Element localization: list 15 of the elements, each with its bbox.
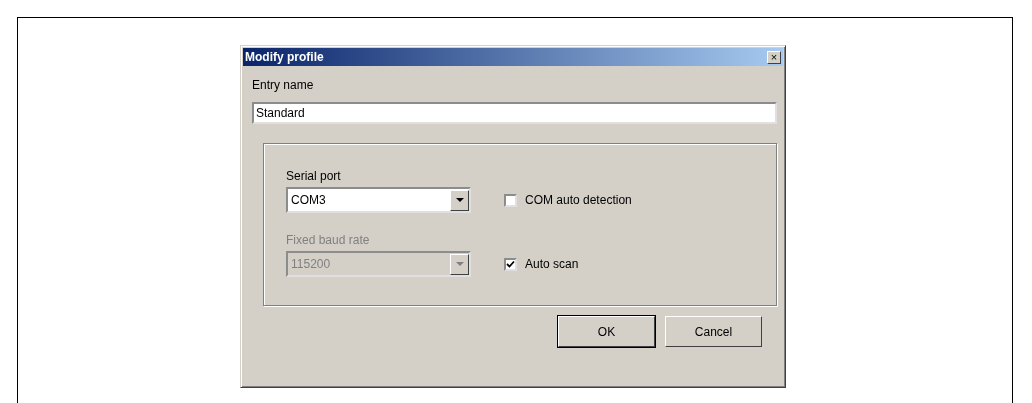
select-label: Serial port <box>286 169 342 183</box>
combo-value: COM3 <box>290 193 326 207</box>
combo-value: 115200 <box>290 257 331 271</box>
window-title: Modify profile <box>245 50 324 64</box>
select-label: Fixed baud rate <box>286 233 371 247</box>
dialog-button[interactable]: OK <box>558 316 655 347</box>
checkbox[interactable] <box>504 193 517 207</box>
entry-name-field[interactable]: Standard <box>252 102 777 124</box>
combo-box[interactable]: COM3 <box>286 187 471 213</box>
checkbox[interactable] <box>504 257 517 271</box>
checkbox-label: Auto scan <box>525 257 579 271</box>
close-button[interactable]: × <box>767 50 781 64</box>
entry-name-label: Entry name <box>252 78 315 92</box>
checkbox-label: COM auto detection <box>525 193 632 207</box>
dialog-button[interactable]: Cancel <box>665 316 762 347</box>
